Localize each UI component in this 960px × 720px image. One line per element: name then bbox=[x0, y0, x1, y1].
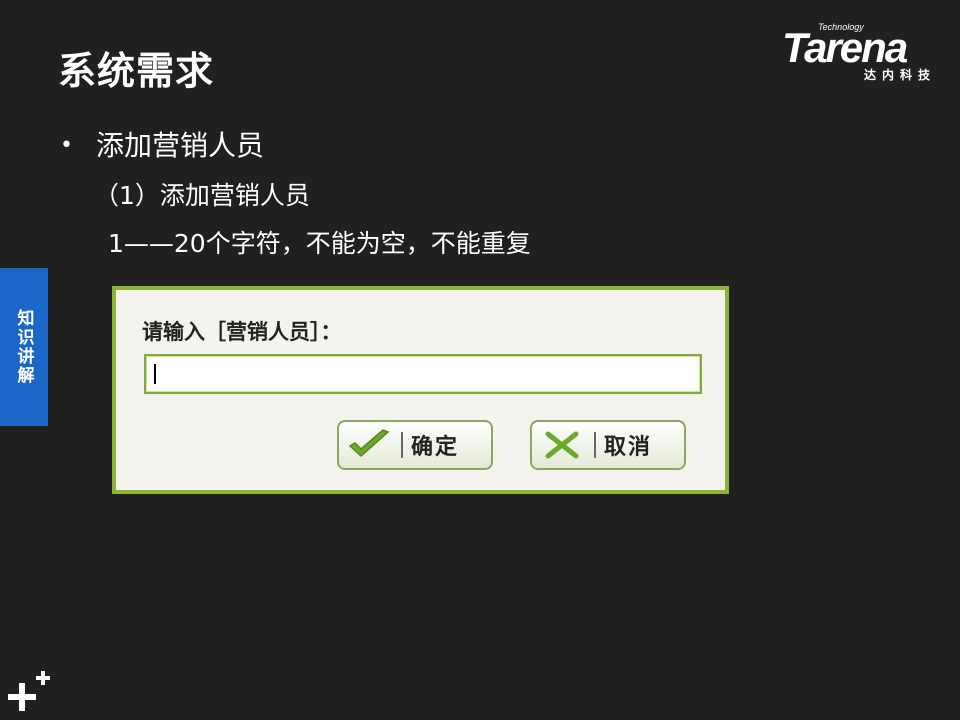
logo-chinese-text: 达内科技 bbox=[864, 68, 937, 82]
ok-button-label: 确定 bbox=[411, 435, 460, 460]
cancel-button[interactable]: 取消 bbox=[530, 420, 686, 470]
logo-wordmark: Tarena bbox=[782, 24, 908, 71]
checkmark-icon bbox=[339, 425, 399, 465]
sub-heading: （1）添加营销人员 bbox=[94, 181, 310, 210]
side-tab-label: 知识讲解 bbox=[13, 309, 34, 385]
input-dialog: 请输入［营销人员］： 确定 取消 bbox=[112, 286, 729, 494]
slide-title: 系统需求 bbox=[58, 49, 215, 93]
bullet-text: 添加营销人员 bbox=[96, 129, 265, 162]
button-separator bbox=[401, 432, 403, 458]
dialog-body: 请输入［营销人员］： 确定 取消 bbox=[116, 290, 725, 490]
bullet-dot-icon: • bbox=[60, 133, 73, 158]
dialog-prompt: 请输入［营销人员］： bbox=[142, 320, 342, 344]
cancel-button-label: 取消 bbox=[604, 435, 653, 460]
text-caret bbox=[154, 364, 156, 384]
sales-person-input[interactable] bbox=[144, 354, 702, 394]
side-tab: 知识讲解 bbox=[0, 268, 48, 426]
x-icon bbox=[532, 425, 592, 465]
bullet-item: • 添加营销人员 bbox=[60, 124, 264, 164]
plus-plus-icon bbox=[6, 668, 52, 714]
button-separator bbox=[594, 432, 596, 458]
requirement-text: 1——20个字符，不能为空，不能重复 bbox=[108, 229, 531, 258]
tarena-logo: Technology Tarena 达内科技 bbox=[782, 22, 947, 84]
ok-button[interactable]: 确定 bbox=[337, 420, 493, 470]
